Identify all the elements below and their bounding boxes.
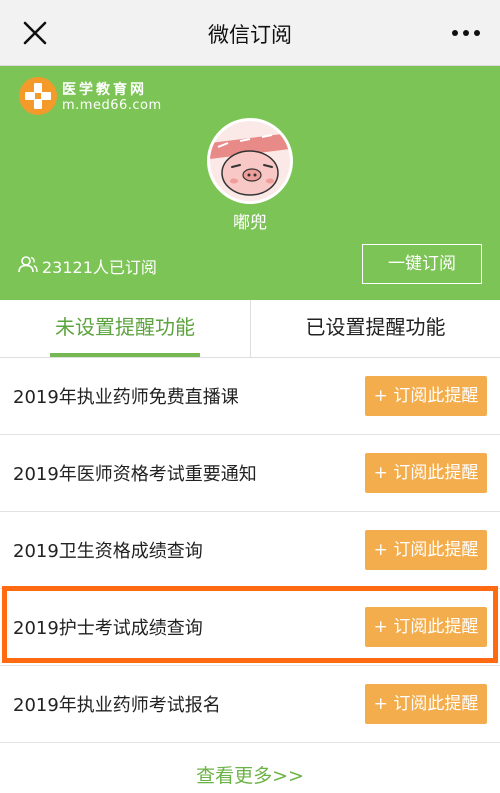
subscribe-reminder-button[interactable]: + 订阅此提醒 [365, 530, 487, 570]
site-logo: 医学教育网 m.med66.com [18, 76, 178, 120]
page-title: 微信订阅 [208, 23, 292, 47]
tab-not-set[interactable]: 未设置提醒功能 [0, 300, 250, 358]
list-item-title: 2019卫生资格成绩查询 [13, 541, 203, 562]
list-item: 2019年医师资格考试重要通知 + 订阅此提醒 [0, 435, 500, 512]
list-item-title: 2019护士考试成绩查询 [13, 618, 203, 639]
more-dots-icon[interactable] [450, 18, 482, 48]
subscriber-count-text: 23121人已订阅 [42, 258, 157, 277]
list-item-title: 2019年执业药师考试报名 [13, 695, 221, 716]
pig-avatar-icon [210, 121, 290, 201]
subscribe-reminder-button[interactable]: + 订阅此提醒 [365, 607, 487, 647]
list-item: 2019年执业药师考试报名 + 订阅此提醒 [0, 666, 500, 743]
tab-already-set[interactable]: 已设置提醒功能 [250, 300, 500, 358]
active-tab-indicator [50, 353, 200, 357]
one-click-subscribe-button[interactable]: 一键订阅 [362, 244, 482, 284]
users-icon [18, 256, 38, 273]
list-item: 2019护士考试成绩查询 + 订阅此提醒 [0, 589, 500, 666]
reminder-tabs: 未设置提醒功能 已设置提醒功能 [0, 300, 500, 358]
logo-cross-icon [19, 77, 57, 115]
list-item-title: 2019年医师资格考试重要通知 [13, 464, 257, 485]
logo-name: 医学教育网 [62, 82, 147, 98]
view-more-link[interactable]: 查看更多>> [0, 761, 500, 788]
list-item-title: 2019年执业药师免费直播课 [13, 387, 239, 408]
subscribe-reminder-button[interactable]: + 订阅此提醒 [365, 684, 487, 724]
subscribe-reminder-button[interactable]: + 订阅此提醒 [365, 376, 487, 416]
logo-url: m.med66.com [62, 98, 162, 113]
list-item: 2019年执业药师免费直播课 + 订阅此提醒 [0, 358, 500, 435]
account-header: 医学教育网 m.med66.com 嘟兜 23121人已订阅 一键订阅 [0, 66, 500, 300]
list-item: 2019卫生资格成绩查询 + 订阅此提醒 [0, 512, 500, 589]
account-name: 嘟兜 [233, 213, 267, 233]
top-nav-bar: 微信订阅 [0, 0, 500, 66]
subscribe-reminder-button[interactable]: + 订阅此提醒 [365, 453, 487, 493]
avatar [207, 118, 293, 204]
